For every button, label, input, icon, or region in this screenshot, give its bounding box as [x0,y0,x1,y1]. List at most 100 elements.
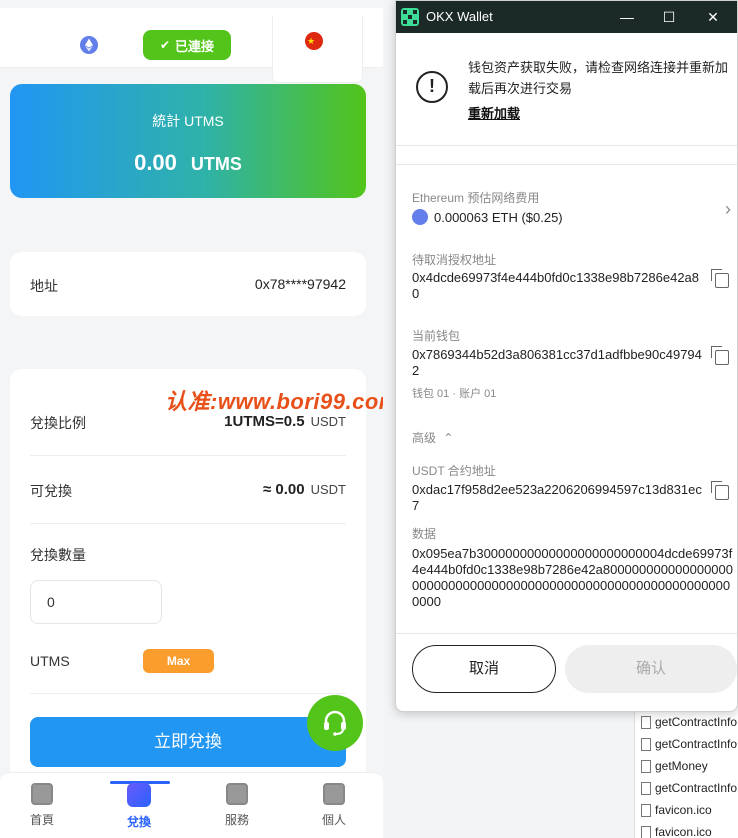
top-bar: ✔ 已連接 ★ [0,8,383,83]
fee-value: 0.000063 ETH ($0.25) [434,210,563,225]
ratio-row: 兌換比例 1UTMS=0.5 USDT [30,413,346,433]
service-icon [226,783,248,805]
file-icon [641,715,651,729]
spender-label: 待取消授权地址 [412,253,497,267]
file-row[interactable]: getContractInfo [641,733,737,755]
divider [396,145,737,146]
swap-now-button[interactable]: 立即兌換 [30,717,346,767]
divider [30,693,346,694]
bottom-nav: 首頁 兌換 服務 個人 [0,772,383,838]
ethereum-icon [412,209,428,225]
devtools-file-list: getContractInfo getContractInfo getMoney… [634,708,738,838]
confirm-button[interactable]: 确认 [565,645,737,693]
wallet-address: 0x7869344b52d3a806381cc37d1adfbbe90c4979… [412,347,702,378]
file-icon [641,825,651,838]
divider [30,523,346,524]
nav-label: 首頁 [29,813,54,827]
chevron-right-icon[interactable]: › [725,199,731,220]
copy-icon[interactable] [711,269,729,288]
swap-icon [127,783,151,807]
file-row[interactable]: getContractInfo [641,777,737,799]
stats-card: 統計 UTMS 0.00 UTMS [10,84,366,198]
nav-item-profile[interactable]: 個人 [304,783,364,828]
warning-icon: ! [416,71,448,103]
file-icon [641,737,651,751]
cancel-button[interactable]: 取消 [412,645,556,693]
wallet-label: 当前钱包 [412,329,461,343]
window-title: OKX Wallet [426,9,493,24]
data-label: 数据 [412,527,437,541]
okx-logo-icon [401,8,419,26]
error-banner: ! 钱包资产获取失败，请检查网络连接并重新加载后再次进行交易 重新加载 [396,33,737,145]
wallet-account: 钱包 01 · 账户 01 [412,388,497,400]
okx-title-bar: OKX Wallet — ☐ ✕ [396,1,737,33]
error-text: 钱包资产获取失败，请检查网络连接并重新加载后再次进行交易 [468,60,729,96]
copy-icon[interactable] [711,346,729,365]
nav-label: 服務 [224,813,249,827]
quantity-input[interactable]: 0 [30,580,162,624]
file-icon [641,781,651,795]
connected-label: 已連接 [175,38,215,54]
divider [396,164,737,165]
file-icon [641,759,651,773]
nav-label: 兌換 [126,815,151,829]
address-value: 0x78****97942 [254,276,346,292]
advanced-label: 高级 [412,431,437,445]
china-flag-icon: ★ [305,32,323,50]
nav-item-service[interactable]: 服務 [207,783,267,828]
stats-unit: UTMS [190,154,242,174]
chevron-up-icon: ⌃ [443,431,454,445]
file-name: getContractInfo [655,715,738,729]
okx-wallet-window: OKX Wallet — ☐ ✕ ! 钱包资产获取失败，请检查网络连接并重新加载… [395,0,738,712]
ratio-label: 兌換比例 [30,415,86,431]
stats-title: 統計 UTMS [152,113,224,129]
file-row[interactable]: getContractInfo [641,711,737,733]
divider [30,455,346,456]
file-row[interactable]: favicon.ico [641,821,712,838]
file-row[interactable]: favicon.ico [641,799,712,821]
max-button[interactable]: Max [143,649,214,673]
profile-icon [323,783,345,805]
file-name: favicon.ico [655,825,712,838]
home-icon [31,783,53,805]
fee-label: Ethereum 预估网络费用 [412,191,540,205]
language-selector[interactable]: ★ [272,16,363,83]
maximize-icon[interactable]: ☐ [657,5,681,29]
minimize-icon[interactable]: — [615,5,639,29]
advanced-toggle[interactable]: 高级 ⌃ [412,429,453,446]
ethereum-icon[interactable] [80,36,98,54]
check-icon: ✔ [159,38,171,52]
nav-item-home[interactable]: 首頁 [12,783,72,828]
address-card: 地址 0x78****97942 [10,252,366,316]
available-label: 可兌換 [30,483,72,499]
file-icon [641,803,651,817]
stats-value: 0.00 [134,150,177,175]
tx-data: 0x095ea7b30000000000000000000000004dcde6… [412,546,734,609]
stats-value-row: 0.00 UTMS [10,150,366,176]
file-name: favicon.ico [655,803,712,817]
file-name: getContractInfo [655,737,738,751]
contract-label: USDT 合约地址 [412,464,496,478]
divider [396,633,737,634]
dapp-page: ✔ 已連接 ★ 統計 UTMS 0.00 UTMS 地址 0x78****9794… [0,0,383,838]
available-value: ≈ 0.00 [263,481,305,498]
ratio-unit: USDT [310,414,346,429]
close-icon[interactable]: ✕ [701,5,725,29]
customer-support-button[interactable] [307,695,363,751]
reload-link[interactable]: 重新加载 [468,103,520,122]
nav-item-swap[interactable]: 兌換 [109,783,169,830]
available-right: ≈ 0.00 USDT [263,481,346,498]
copy-icon[interactable] [711,481,729,500]
nav-label: 個人 [321,813,346,827]
contract-address: 0xdac17f958d2ee523a2206206994597c13d831e… [412,482,702,513]
watermark: 认准:www.bori99.com比特资源网 [165,389,383,414]
address-label: 地址 [30,278,58,294]
connected-button[interactable]: ✔ 已連接 [143,30,231,60]
file-row[interactable]: getMoney [641,755,708,777]
available-unit: USDT [310,482,346,497]
file-name: getContractInfo [655,781,738,795]
headset-icon [324,710,346,736]
spender-address: 0x4dcde69973f4e444b0fd0c1338e98b7286e42a… [412,270,700,301]
available-row: 可兌換 ≈ 0.00 USDT [30,481,346,501]
qty-label: 兌換數量 [30,547,86,563]
